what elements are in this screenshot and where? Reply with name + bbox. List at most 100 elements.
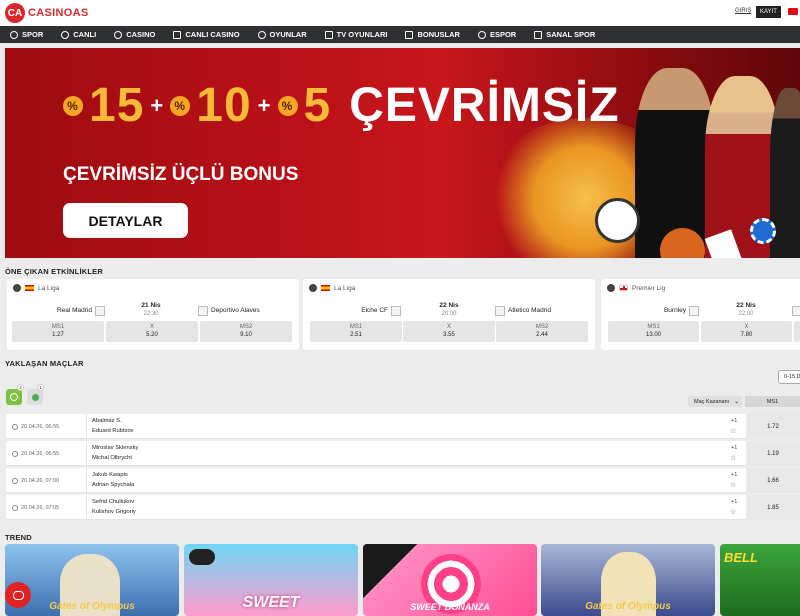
odd-button[interactable]: 1.66 — [746, 468, 800, 493]
odd-value: 13.00 — [645, 332, 661, 338]
date-filter-button[interactable]: 0-15 D — [778, 370, 800, 384]
event-league: Premier Lig — [607, 284, 665, 292]
favorite-star-icon[interactable]: ☆ — [730, 481, 736, 489]
soccer-ball-icon — [607, 284, 615, 292]
player-2: Adrian Spychala — [92, 482, 135, 488]
odd-button[interactable]: X 3.55 — [403, 321, 495, 342]
away-team: Deportivo Alaves — [211, 307, 260, 314]
login-link[interactable]: GIRIŞ — [735, 8, 751, 14]
count-badge: 4 — [17, 384, 24, 391]
nav-item-espor[interactable]: ESPOR — [477, 30, 517, 39]
nav-item-canli-casino[interactable]: CANLI CASINO — [173, 30, 240, 39]
team-logo-icon — [495, 306, 505, 316]
odd-button[interactable]: MS2 9.10 — [200, 321, 292, 342]
top-bar: CA CASINOAS GIRIŞ KAYIT — [0, 0, 800, 26]
gift-icon — [405, 30, 414, 39]
virtual-sport-icon — [534, 30, 543, 39]
clock-icon — [12, 505, 18, 511]
event-card[interactable]: La Liga Elche CF 22 Nis 20:00 Atletico M… — [303, 279, 595, 350]
away-team: Atletico Madrid — [508, 307, 551, 314]
live-icon — [61, 30, 70, 39]
odd-label: MS2 — [239, 324, 253, 330]
odd-button[interactable]: MS2 2.44 — [496, 321, 588, 342]
game-card-gates-of-olympus-2[interactable]: Gates of Olympus — [541, 544, 715, 616]
plus-sign: + — [257, 92, 272, 118]
more-markets-link[interactable]: +1 — [731, 499, 737, 505]
odd-button[interactable]: MS1 13.00 — [608, 321, 699, 342]
player-2: Michal Olbrycht — [92, 455, 132, 461]
sport-filter-tennis[interactable] — [6, 389, 22, 405]
event-date: 22 Nis — [736, 302, 756, 309]
spain-flag-icon — [321, 285, 330, 291]
trend-title: TREND — [5, 533, 32, 542]
event-time: 22:00 — [738, 311, 754, 317]
nav-label: OYUNLAR — [269, 30, 307, 39]
odd-button[interactable]: X 7.80 — [701, 321, 792, 342]
percent-badge-icon: % — [63, 95, 83, 116]
percent-badge-icon: % — [277, 95, 298, 116]
player-1: Sefrid Chuliukov — [92, 499, 135, 505]
cards-icon — [173, 30, 182, 39]
match-row[interactable]: 20.04.26, 07:05 Sefrid Chuliukov Kulisho… — [6, 495, 800, 520]
nav-item-canli[interactable]: CANLI — [61, 30, 96, 39]
promo-banner[interactable]: % 15 + % 10 + % 5 ÇEVRİMSİZ ÇEVRİMSİZ ÜÇLÜ … — [5, 48, 800, 258]
event-card[interactable]: Premier Lig Burnley 22 Nis 22:00 MS1 13.0… — [601, 279, 800, 350]
odd-button[interactable]: 1.19 — [746, 441, 800, 466]
logo-text: CASINOAS — [28, 7, 89, 19]
odd-button[interactable]: MS1 1.27 — [12, 321, 104, 342]
odd-button[interactable]: 1.85 — [746, 495, 800, 520]
more-markets-link[interactable]: +1 — [731, 445, 737, 451]
nav-item-tv-oyunlari[interactable]: TV OYUNLARI — [324, 30, 388, 39]
player-2: Kulishov Grigoriy — [92, 509, 136, 515]
more-markets-link[interactable]: +1 — [731, 472, 737, 478]
sport-filter-badminton[interactable] — [27, 389, 43, 405]
match-row[interactable]: 20.04.26, 06:55 Abalmaz S. Eduard Rubtso… — [6, 414, 800, 439]
nav-item-casino[interactable]: CASINO — [114, 30, 155, 39]
team-logo-icon — [95, 306, 105, 316]
game-card-gates-of-olympus[interactable]: Gates of Olympus — [5, 544, 179, 616]
game-card-sweet[interactable]: SWEET — [184, 544, 358, 616]
nav-item-bonuslar[interactable]: BONUSLAR — [405, 30, 460, 39]
tv-icon — [324, 30, 333, 39]
game-title: Gates of Olympus — [585, 601, 671, 612]
odd-button[interactable]: MS1 2.51 — [310, 321, 402, 342]
banner-headline-word: ÇEVRİMSİZ — [349, 79, 620, 132]
more-markets-link[interactable]: +1 — [731, 418, 737, 424]
nav-item-spor[interactable]: SPOR — [10, 30, 43, 39]
event-date: 21 Nis — [141, 302, 161, 309]
favorite-star-icon[interactable]: ☆ — [730, 508, 736, 516]
turkish-flag-icon[interactable] — [788, 8, 798, 15]
odd-button[interactable]: X 5.20 — [106, 321, 198, 342]
odd-label: MS1 — [51, 324, 65, 330]
match-time: 20.04.26, 06:55 — [12, 424, 59, 430]
live-chat-button[interactable] — [5, 582, 31, 608]
register-button[interactable]: KAYIT — [756, 6, 781, 18]
market-select[interactable]: Maç Kazananı ⌄ — [688, 396, 742, 407]
divider — [86, 468, 87, 493]
dice-icon — [114, 30, 123, 39]
soccer-ball-image — [595, 198, 640, 243]
nav-label: ESPOR — [489, 30, 517, 39]
match-datetime: 20.04.26, 07:00 — [21, 478, 60, 484]
game-card-bell[interactable]: BELL — [720, 544, 800, 616]
bonus-number-1: 15 — [89, 79, 145, 132]
details-button[interactable]: DETAYLAR — [63, 203, 188, 238]
match-row[interactable]: 20.04.26, 06:55 Miroslav Sklensky Michal… — [6, 441, 800, 466]
nav-item-sanal-spor[interactable]: SANAL SPOR — [534, 30, 595, 39]
nav-item-oyunlar[interactable]: OYUNLAR — [257, 30, 307, 39]
game-card-sweet-bonanza[interactable]: SWEET BONANZA — [363, 544, 537, 616]
chevron-down-icon: ⌄ — [734, 399, 740, 405]
odd-button[interactable]: 1.72 — [746, 414, 800, 439]
favorite-star-icon[interactable]: ☆ — [730, 454, 736, 462]
odd-button[interactable] — [794, 321, 800, 342]
plus-sign: + — [150, 92, 165, 118]
event-league: La Liga — [309, 284, 355, 292]
nav-label: CANLI — [73, 30, 97, 39]
poker-chip-image — [750, 218, 776, 244]
event-card[interactable]: La Liga Real Madrid 21 Nis 22:30 Deporti… — [7, 279, 299, 350]
match-row[interactable]: 20.04.26, 07:00 Jakub Kwapis Adrian Spyc… — [6, 468, 800, 493]
casinoas-logo[interactable]: CA CASINOAS — [5, 3, 88, 23]
match-datetime: 20.04.26, 06:55 — [21, 451, 60, 457]
favorite-star-icon[interactable]: ☆ — [730, 427, 736, 435]
nav-label: TV OYUNLARI — [336, 30, 388, 39]
